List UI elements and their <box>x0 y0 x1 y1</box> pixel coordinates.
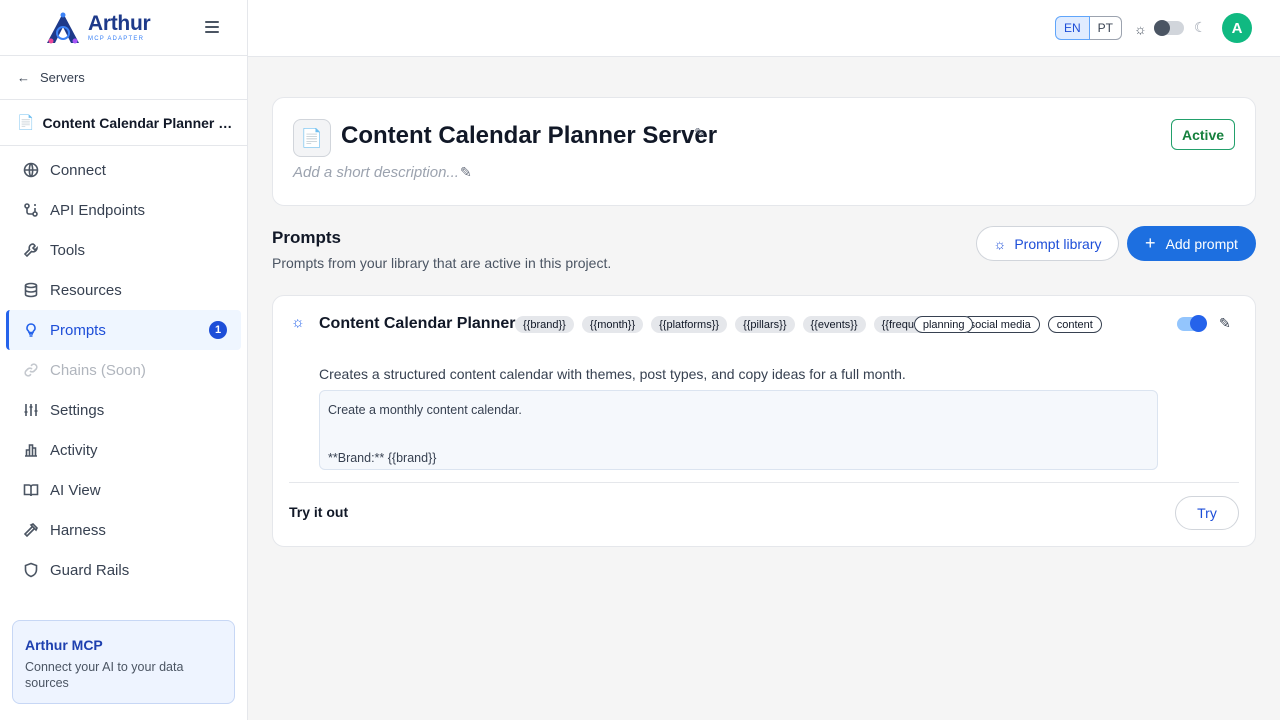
edit-prompt-icon[interactable]: ✎ <box>1219 315 1231 332</box>
prompt-template-preview: Create a monthly content calendar. **Bra… <box>319 390 1158 470</box>
server-document-icon: 📄 <box>293 119 331 157</box>
language-switcher: EN PT <box>1055 16 1123 40</box>
sidebar-item-label: Harness <box>50 521 106 539</box>
sidebar-item-api-endpoints[interactable]: API Endpoints <box>6 190 241 230</box>
template-line: Create a monthly content calendar. <box>328 403 522 417</box>
divider <box>289 482 1239 483</box>
prompt-description: Creates a structured content calendar wi… <box>319 366 906 382</box>
add-prompt-button[interactable]: + Add prompt <box>1127 226 1256 261</box>
sidebar-item-settings[interactable]: Settings <box>6 390 241 430</box>
sidebar-item-connect[interactable]: Connect <box>6 150 241 190</box>
sidebar-item-label: Resources <box>50 281 122 299</box>
prompt-card: ☼ Content Calendar Planner {{brand}} {{m… <box>272 295 1256 547</box>
topbar: EN PT ☼ ☾ A <box>248 0 1280 57</box>
prompt-chips: {{brand}} {{month}} {{platforms}} {{pill… <box>319 315 1139 333</box>
arrow-left-icon: ← <box>17 70 30 85</box>
lang-en-button[interactable]: EN <box>1055 16 1090 40</box>
avatar[interactable]: A <box>1222 13 1252 43</box>
sidebar-item-harness[interactable]: Harness <box>6 510 241 550</box>
prompts-count-badge: 1 <box>209 321 227 339</box>
sidebar-item-label: AI View <box>50 481 101 499</box>
sidebar-item-label: Connect <box>50 161 106 179</box>
menu-toggle-icon[interactable] <box>205 21 219 33</box>
wrench-icon <box>22 241 40 259</box>
variable-chip: {{pillars}} <box>735 316 795 333</box>
current-server-name: Content Calendar Planner Server <box>42 114 232 131</box>
prompt-library-button[interactable]: ☼ Prompt library <box>976 226 1119 261</box>
template-line: **Brand:** {{brand}} <box>328 451 437 465</box>
tag-chip: planning <box>913 316 974 333</box>
sidebar-item-guard-rails[interactable]: Guard Rails <box>6 550 241 590</box>
sidebar-item-label: Settings <box>50 401 105 419</box>
try-button[interactable]: Try <box>1175 496 1239 530</box>
sidebar-item-label: Activity <box>50 441 98 459</box>
sidebar: Arthur MCP ADAPTER ← Servers 📄 Content C… <box>0 0 248 720</box>
variable-chip: {{month}} <box>581 316 644 333</box>
sidebar-item-label: Tools <box>50 241 86 259</box>
server-header-card: 📄 Content Calendar Planner Server ✎ Add … <box>272 97 1256 206</box>
link-icon <box>22 361 40 379</box>
shield-icon <box>22 561 40 579</box>
api-icon <box>22 201 40 219</box>
sidebar-item-activity[interactable]: Activity <box>6 430 241 470</box>
sidebar-item-label: API Endpoints <box>50 201 146 219</box>
back-to-servers-link[interactable]: ← Servers <box>0 56 247 100</box>
section-subtitle: Prompts from your library that are activ… <box>272 255 612 271</box>
lang-pt-button[interactable]: PT <box>1089 16 1123 40</box>
sliders-icon <box>22 401 40 419</box>
edit-title-icon[interactable]: ✎ <box>694 125 706 142</box>
variable-chip: {{platforms}} <box>651 316 728 333</box>
sidebar-item-chains: Chains (Soon) <box>6 350 241 390</box>
plus-icon: + <box>1145 233 1156 253</box>
sidebar-item-ai-view[interactable]: AI View <box>6 470 241 510</box>
back-label: Servers <box>40 70 85 85</box>
variable-chip: {{events}} <box>802 316 866 333</box>
sidebar-item-label: Guard Rails <box>50 561 130 579</box>
bulb-icon <box>22 321 40 339</box>
description-field[interactable]: Add a short description... <box>293 164 459 181</box>
database-icon <box>22 281 40 299</box>
promo-title: Arthur MCP <box>25 637 103 653</box>
bulb-icon: ☼ <box>291 314 305 331</box>
brand-name: Arthur <box>88 12 151 35</box>
sidebar-item-label: Prompts <box>50 321 106 339</box>
promo-card: Arthur MCP Connect your AI to your data … <box>12 620 235 704</box>
document-icon: 📄 <box>17 114 35 130</box>
sidebar-item-label: Chains (Soon) <box>50 361 146 379</box>
sidebar-item-prompts[interactable]: Prompts 1 <box>6 310 241 350</box>
chart-icon <box>22 441 40 459</box>
prompt-library-label: Prompt library <box>1014 235 1102 252</box>
sidebar-item-tools[interactable]: Tools <box>6 230 241 270</box>
edit-description-icon[interactable]: ✎ <box>460 164 472 181</box>
current-server: 📄 Content Calendar Planner Server <box>0 100 247 146</box>
try-it-out-label: Try it out <box>289 504 349 520</box>
tag-chip: content <box>1047 316 1102 333</box>
logo-row: Arthur MCP ADAPTER <box>0 0 247 56</box>
theme-toggle[interactable] <box>1154 20 1184 36</box>
bulb-icon: ☼ <box>993 235 1007 252</box>
brand-subtitle: MCP ADAPTER <box>88 36 145 42</box>
sidebar-nav: Connect API Endpoints Tools Resources Pr… <box>0 146 247 590</box>
status-badge: Active <box>1171 119 1236 150</box>
add-prompt-label: Add prompt <box>1165 235 1238 252</box>
sidebar-item-resources[interactable]: Resources <box>6 270 241 310</box>
moon-icon: ☾ <box>1194 19 1207 35</box>
book-icon <box>22 481 40 499</box>
sun-icon: ☼ <box>1134 21 1147 37</box>
promo-text: Connect your AI to your data sources <box>25 660 184 690</box>
variable-chip: {{brand}} <box>515 316 574 333</box>
hammer-icon <box>22 521 40 539</box>
prompt-enabled-toggle[interactable] <box>1177 315 1207 332</box>
section-title: Prompts <box>272 228 341 247</box>
globe-icon <box>22 161 40 179</box>
page-title: Content Calendar Planner Server <box>341 122 718 149</box>
arthur-logo-icon <box>47 12 79 43</box>
